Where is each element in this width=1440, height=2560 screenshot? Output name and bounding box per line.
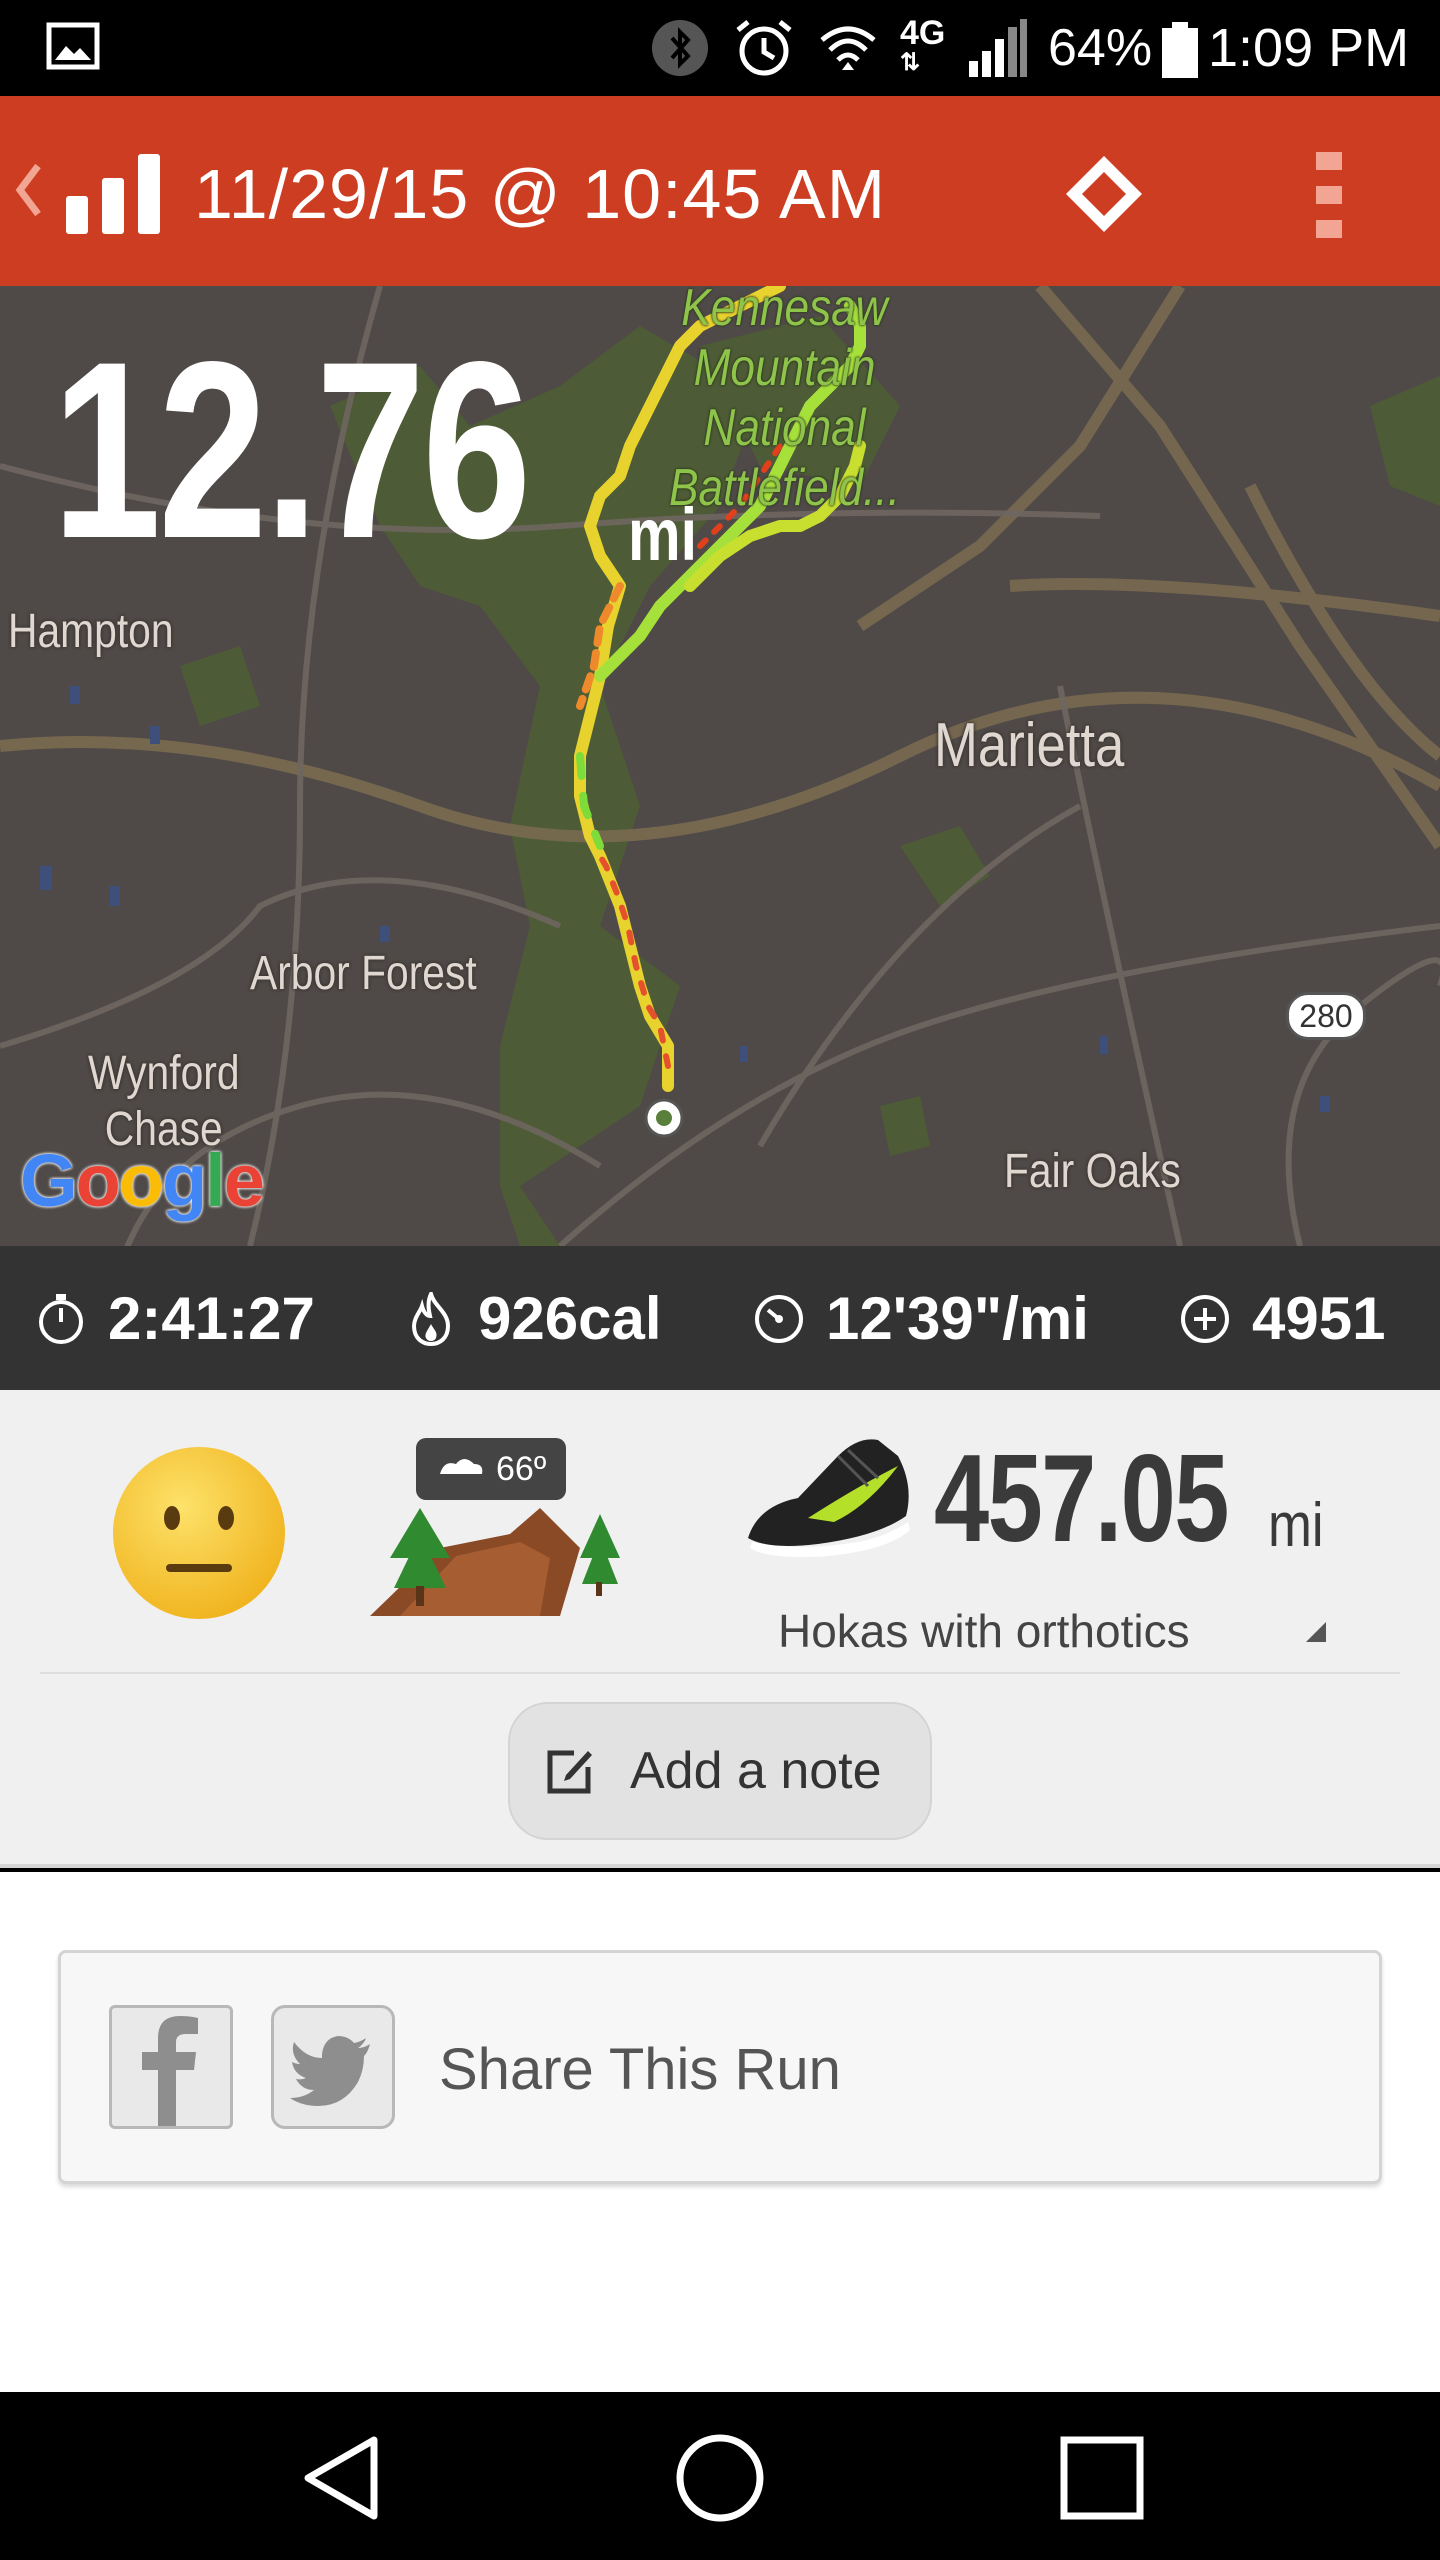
park-label: Kennesaw Mountain National Battlefield..… — [669, 286, 900, 517]
distance-unit: mi — [628, 493, 698, 576]
place-fair-oaks: Fair Oaks — [1004, 1145, 1181, 1198]
bluetooth-icon — [652, 20, 708, 76]
share-section: Share This Run — [0, 1872, 1440, 2392]
system-nav-bar — [0, 2392, 1440, 2560]
duration-value: 2:41:27 — [108, 1285, 315, 1352]
back-triangle-icon[interactable] — [294, 2428, 394, 2528]
clock: 1:09 PM — [1208, 18, 1410, 78]
shoe-mileage: 457.05 — [934, 1430, 1229, 1568]
distance-value: 12.76 — [52, 310, 531, 591]
calories-value: 926cal — [478, 1285, 662, 1352]
neutral-face-emoji-icon[interactable] — [110, 1444, 288, 1622]
elevation-plus-icon — [1181, 1295, 1229, 1343]
route-map[interactable]: Kennesaw Mountain National Battlefield..… — [0, 286, 1440, 1246]
system-icons: 4G ⇅ — [650, 16, 1029, 80]
elevation-value: 4951 — [1252, 1285, 1386, 1352]
place-marietta: Marietta — [934, 711, 1125, 780]
battery-icon — [1162, 22, 1198, 78]
diamond-icon[interactable] — [1062, 152, 1146, 236]
bar-chart-icon[interactable] — [64, 152, 162, 234]
trail-icon — [370, 1438, 620, 1616]
shoe-select[interactable]: Hokas with orthotics — [778, 1604, 1190, 1658]
run-title: 11/29/15 @ 10:45 AM — [194, 155, 886, 233]
stat-calories: 926cal — [404, 1286, 662, 1352]
place-arbor-forest: Arbor Forest — [250, 947, 477, 1000]
stat-duration: 2:41:27 — [34, 1286, 315, 1352]
network-type: 4G ⇅ — [900, 14, 946, 76]
route-shield: 280 — [1286, 992, 1366, 1040]
dropdown-arrow-icon[interactable] — [1302, 1618, 1326, 1642]
share-card[interactable]: Share This Run — [58, 1950, 1382, 2184]
divider — [40, 1672, 1400, 1674]
back-chevron-icon[interactable] — [14, 162, 44, 218]
recents-square-icon[interactable] — [1052, 2428, 1152, 2528]
shoe-icon[interactable] — [738, 1426, 918, 1566]
stopwatch-icon — [39, 1294, 83, 1344]
signal-icon — [969, 19, 1028, 77]
app-bar: 11/29/15 @ 10:45 AM — [0, 96, 1440, 286]
add-note-label: Add a note — [630, 1742, 882, 1800]
stat-elevation: 4951 — [1178, 1286, 1385, 1352]
wifi-icon — [820, 26, 876, 70]
gallery-icon — [46, 22, 100, 70]
twitter-icon — [290, 2036, 370, 2106]
overflow-menu-icon[interactable] — [1316, 152, 1342, 238]
flame-icon — [411, 1292, 451, 1346]
add-note-button[interactable]: Add a note — [508, 1702, 932, 1840]
battery-percent: 64% — [1048, 19, 1153, 77]
share-label: Share This Run — [439, 2037, 841, 2102]
home-circle-icon[interactable] — [670, 2428, 770, 2528]
shoe-mileage-unit: mi — [1268, 1491, 1324, 1560]
twitter-button[interactable] — [271, 2005, 395, 2129]
run-details: 66º 457.05 mi Hokas with orthotics Add a… — [0, 1390, 1440, 1868]
stats-bar: 2:41:27 926cal 12'39"/mi 4951 — [0, 1246, 1440, 1390]
google-logo: Google — [20, 1139, 265, 1222]
status-bar: 4G ⇅ 64% 1:09 PM — [0, 0, 1440, 96]
edit-note-icon — [547, 1750, 592, 1794]
facebook-icon — [142, 2016, 198, 2126]
weather-temp: 66º — [496, 1450, 547, 1488]
facebook-button[interactable] — [109, 2005, 233, 2129]
pace-value: 12'39"/mi — [826, 1285, 1089, 1352]
stat-pace: 12'39"/mi — [752, 1286, 1089, 1352]
place-hampton: Hampton — [8, 605, 174, 658]
alarm-icon — [736, 20, 792, 76]
weather-terrain-badge[interactable]: 66º — [360, 1438, 620, 1630]
speedometer-icon — [755, 1295, 803, 1343]
